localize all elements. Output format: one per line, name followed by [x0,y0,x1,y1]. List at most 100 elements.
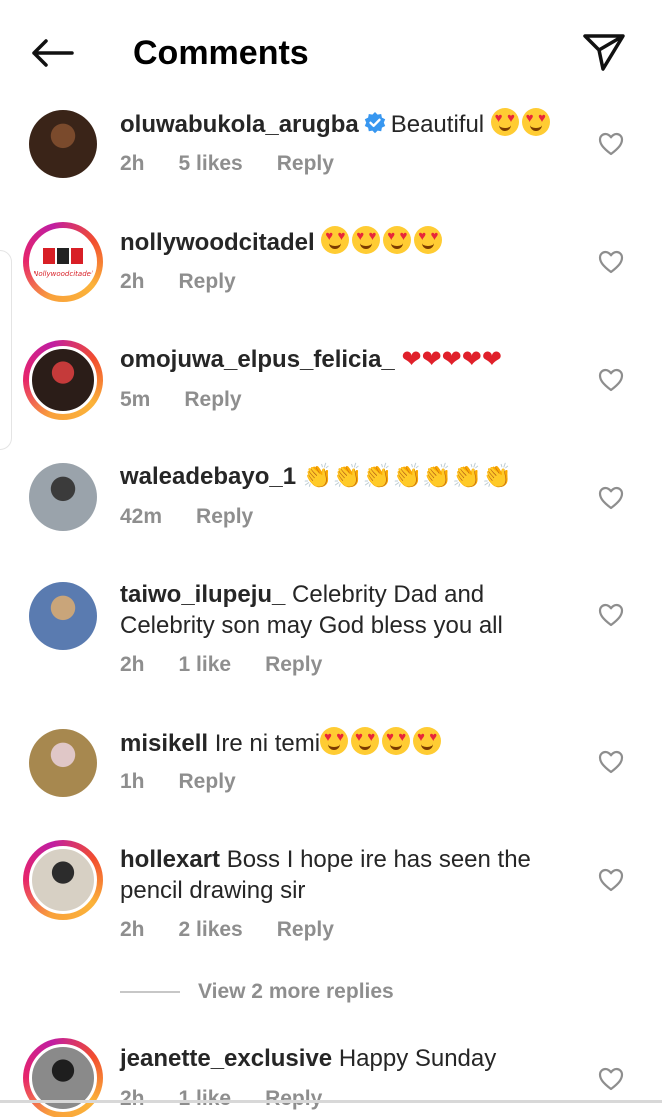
username-link[interactable]: taiwo_ilupeju_ [120,581,285,608]
comment-message: Beautiful [390,111,485,138]
like-heart-icon[interactable] [597,866,625,894]
clapping-hands-emoji-icon: 👏 [452,462,483,490]
like-heart-icon[interactable] [597,366,625,394]
username-link[interactable]: jeanette_exclusive [120,1045,332,1072]
heart-eyes-emoji-icon [413,727,442,755]
view-more-replies-button[interactable]: View 2 more replies [120,980,394,1004]
clapping-hands-emoji-icon: 👏 [482,462,513,490]
avatar-image [29,463,97,531]
heart-eyes-emoji-icon [490,108,519,136]
comment-meta: 2h 1 like Reply [120,651,356,679]
avatar[interactable] [23,457,103,537]
avatar-image [29,729,97,797]
avatar[interactable] [23,840,103,920]
like-count[interactable]: 1 like [179,1087,232,1110]
comment-message: Ire ni temi [214,730,321,757]
clapping-hands-emoji-icon: 👏 [332,462,363,490]
avatar[interactable] [23,340,103,420]
reply-button[interactable]: Reply [196,505,253,528]
avatar[interactable] [23,104,103,184]
clapping-hands-emoji-icon: 👏 [422,462,453,490]
like-heart-icon[interactable] [597,748,625,776]
divider-line [120,991,180,993]
red-heart-emoji-icon: ❤ [481,345,502,373]
reply-button[interactable]: Reply [179,270,236,293]
reply-button[interactable]: Reply [277,152,334,175]
heart-eyes-emoji-icon [382,727,411,755]
comment-text: oluwabukola_arugba Beautiful [120,108,585,143]
back-button[interactable] [24,30,80,76]
red-heart-emoji-icon: ❤ [401,345,422,373]
paper-plane-icon [583,34,625,71]
top-bar: Comments [0,0,662,104]
comment-timestamp: 2h [120,653,145,676]
logo-icon: Nollywoodcitadel [33,248,93,278]
username-link[interactable]: hollexart [120,846,220,873]
heart-eyes-emoji-icon [352,226,381,254]
red-heart-emoji-icon: ❤ [461,345,482,373]
like-heart-icon[interactable] [597,1065,625,1093]
like-count[interactable]: 1 like [179,653,232,676]
page-title: Comments [133,34,309,72]
reply-button[interactable]: Reply [184,388,241,411]
comment-timestamp: 2h [120,918,145,941]
comment-text: hollexart Boss I hope ire has seen the p… [120,844,585,906]
like-count[interactable]: 2 likes [179,918,243,941]
username-link[interactable]: omojuwa_elpus_felicia_ [120,346,395,373]
comment-timestamp: 2h [120,270,145,293]
heart-eyes-emoji-icon [321,226,350,254]
heart-eyes-emoji-icon [320,727,349,755]
avatar-image [29,846,97,914]
avatar-image [29,110,97,178]
clapping-hands-emoji-icon: 👏 [302,462,333,490]
comment-message: Happy Sunday [338,1045,497,1072]
red-heart-emoji-icon: ❤ [441,345,462,373]
avatar[interactable] [23,576,103,656]
comment-timestamp: 42m [120,505,163,528]
comment-text: waleadebayo_1 👏👏👏👏👏👏👏 [120,461,585,492]
comment-meta: 2h 2 likes Reply [120,916,368,944]
comment-meta: 2h Reply [120,268,270,296]
username-link[interactable]: oluwabukola_arugba [120,111,359,138]
comment-timestamp: 1h [120,770,145,793]
avatar-image: Nollywoodcitadel [29,228,97,296]
like-count[interactable]: 5 likes [179,152,243,175]
comment-meta: 5m Reply [120,386,276,414]
avatar[interactable] [23,1038,103,1117]
reply-button[interactable]: Reply [265,653,322,676]
username-link[interactable]: waleadebayo_1 [120,463,296,490]
clapping-hands-emoji-icon: 👏 [362,462,393,490]
like-heart-icon[interactable] [597,484,625,512]
avatar-image [29,346,97,414]
username-link[interactable]: nollywoodcitadel [120,229,315,256]
bottom-divider [0,1100,662,1103]
comment-text: taiwo_ilupeju_ Celebrity Dad and Celebri… [120,579,585,641]
view-more-replies-label: View 2 more replies [198,980,394,1003]
username-link[interactable]: misikell [120,730,208,757]
reply-button[interactable]: Reply [179,770,236,793]
direct-share-button[interactable] [578,26,630,78]
avatar[interactable] [23,723,103,803]
back-arrow-icon [32,39,74,67]
like-heart-icon[interactable] [597,601,625,629]
reply-button[interactable]: Reply [265,1087,322,1110]
comment-meta: 2h 1 like Reply [120,1085,356,1113]
heart-eyes-emoji-icon [383,226,412,254]
comment-meta: 2h 5 likes Reply [120,150,368,178]
reply-button[interactable]: Reply [277,918,334,941]
avatar-image [29,582,97,650]
clapping-hands-emoji-icon: 👏 [392,462,423,490]
side-panel-edge[interactable] [0,250,12,450]
avatar[interactable]: Nollywoodcitadel [23,222,103,302]
comment-meta: 42m Reply [120,503,287,531]
comment-timestamp: 2h [120,152,145,175]
comment-text: nollywoodcitadel [120,226,585,258]
like-heart-icon[interactable] [597,248,625,276]
like-heart-icon[interactable] [597,130,625,158]
verified-badge-icon [363,111,387,143]
heart-eyes-emoji-icon [414,226,443,254]
heart-eyes-emoji-icon [521,108,550,136]
red-heart-emoji-icon: ❤ [421,345,442,373]
comment-text: jeanette_exclusive Happy Sunday [120,1043,585,1074]
comment-timestamp: 2h [120,1087,145,1110]
